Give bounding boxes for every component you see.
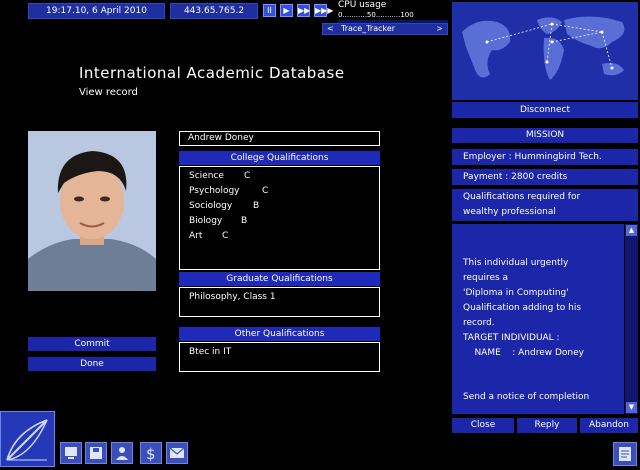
message-line: TARGET INDIVIDUAL : [463,333,560,343]
message-line: This individual urgently [463,258,569,268]
person-portrait-image [28,131,156,291]
finance-button[interactable]: $ [140,442,162,464]
disconnect-button[interactable]: Disconnect [452,102,638,118]
mission-header: MISSION [452,128,638,143]
subject-name: Sociology [189,201,233,211]
message-line: Qualification adding to his [463,303,582,313]
commit-button[interactable]: Commit [28,337,156,351]
person-photo [28,131,156,291]
requirement-line: Qualifications required for [463,192,581,202]
mission-payment: Payment : 2800 credits [452,169,638,185]
college-qualifications-list[interactable]: Science C Psychology C Sociology B Biolo… [179,166,380,270]
email-button[interactable] [166,442,188,464]
list-item: Sociology B [189,199,370,214]
message-line: requires a [463,273,509,283]
mission-requirement: Qualifications required for wealthy prof… [452,189,638,221]
subject-name: Art [189,231,203,241]
name-field[interactable]: Andrew Doney [179,131,380,146]
fastest-forward-button[interactable]: ▶▶▶ [314,4,333,17]
college-qualifications-header: College Qualifications [179,151,380,165]
graduate-qualification-value: Philosophy, Class 1 [189,292,276,302]
person-icon [116,447,128,460]
notes-button[interactable] [613,442,637,466]
subject-grade: B [241,216,248,226]
subject-grade: C [244,171,251,181]
scroll-down-button[interactable]: ▼ [626,402,637,413]
computer-icon [65,447,77,459]
trace-tracker-label: Trace_Tracker [341,24,396,33]
scroll-up-button[interactable]: ▲ [626,225,637,236]
world-map-icon [452,2,638,100]
name-value: Andrew Doney [188,133,254,143]
other-qualifications-field[interactable]: Btec in IT [179,342,380,372]
done-button[interactable]: Done [28,357,156,371]
envelope-icon [169,447,185,458]
subject-name: Science [189,171,224,181]
reply-button[interactable]: Reply [517,418,577,433]
hardware-button[interactable] [60,442,82,464]
list-item: Science C [189,169,370,184]
world-map [452,2,638,100]
page-subtitle: View record [79,87,138,98]
page-title: International Academic Database [79,64,345,82]
notepad-icon [619,447,631,461]
pause-button[interactable]: II [263,4,276,17]
list-item: Biology B [189,214,370,229]
subject-name: Biology [189,216,223,226]
play-button[interactable]: ▶ [280,4,293,17]
message-scrollbar[interactable]: ▲ ▼ [625,224,638,414]
abandon-button[interactable]: Abandon [580,418,638,433]
message-line: 'Diploma in Computing' [463,288,569,298]
subject-grade: B [253,201,260,211]
mission-message: This individual urgently requires a 'Dip… [452,224,624,414]
list-item: Psychology C [189,184,370,199]
graduate-qualifications-field[interactable]: Philosophy, Class 1 [179,287,380,317]
other-qualification-value: Btec in IT [189,347,232,357]
cpu-usage-scale: 0...........50...........100 [338,11,414,19]
list-item: Art C [189,229,370,244]
subject-grade: C [222,231,229,241]
dollar-icon: $ [146,445,156,463]
trace-tracker-prev-button[interactable]: < [327,24,334,34]
message-line: Send a notice of completion [463,392,590,402]
ip-address-display: 443.65.765.2 [170,3,258,19]
message-line: NAME : Andrew Doney [463,348,584,358]
cpu-usage-label: CPU usage [338,0,387,10]
requirement-line: wealthy professional [463,207,556,217]
subject-grade: C [262,186,269,196]
svg-text:$: $ [146,445,156,463]
other-qualifications-header: Other Qualifications [179,327,380,341]
mission-employer: Employer : Hummingbird Tech. [452,149,638,165]
graduate-qualifications-header: Graduate Qualifications [179,272,380,286]
fast-forward-button[interactable]: ▶▶ [297,4,310,17]
status-button[interactable] [111,442,133,464]
disk-icon [90,447,102,459]
uplink-logo-icon [6,419,48,461]
trace-tracker-next-button[interactable]: > [436,24,443,34]
close-button[interactable]: Close [452,418,514,433]
memory-button[interactable] [85,442,107,464]
main-menu-button[interactable] [0,411,55,467]
subject-name: Psychology [189,186,240,196]
datetime-display: 19:17.10, 6 April 2010 [28,3,165,19]
trace-tracker[interactable]: < Trace_Tracker > [322,23,448,35]
message-line: record. [463,318,495,328]
